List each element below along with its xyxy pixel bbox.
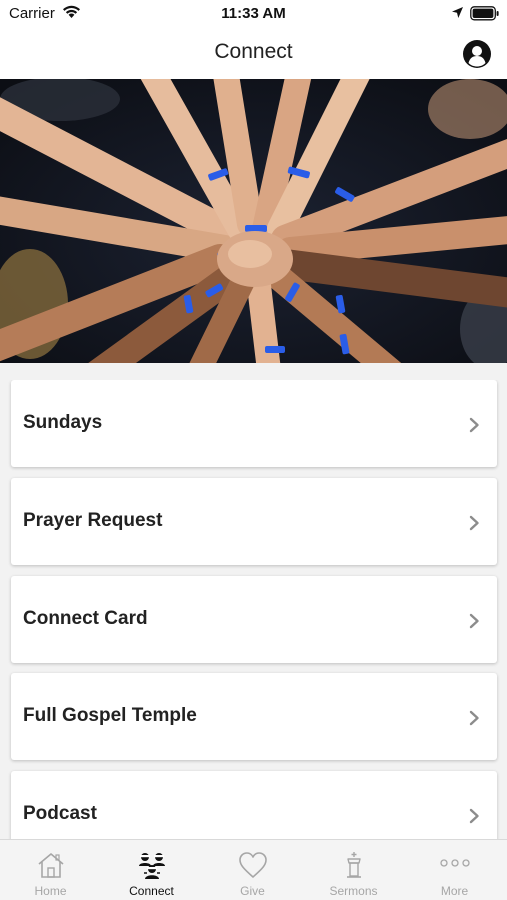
chevron-right-icon [469,417,479,433]
page-title: Connect [214,40,293,63]
list-item-podcast[interactable]: Podcast [11,771,497,839]
tab-home[interactable]: Home [0,840,101,900]
connect-icon [139,853,165,879]
connect-list: Sundays Prayer Request Connect Card Full… [0,380,507,839]
list-item-label: Podcast [23,803,97,824]
list-item-full-gospel-temple[interactable]: Full Gospel Temple [11,673,497,760]
tab-sermons[interactable]: Sermons [303,840,404,900]
navigation-bar: Connect [0,28,507,79]
tab-more[interactable]: More [404,840,505,900]
tab-bar: Home Connect Give Sermons More [0,839,507,900]
tab-label: More [440,884,469,898]
home-icon [38,853,64,878]
list-item-prayer-request[interactable]: Prayer Request [11,478,497,565]
list-item-label: Sundays [23,412,103,433]
chevron-right-icon [469,710,479,726]
tab-connect[interactable]: Connect [101,840,202,900]
list-item-sundays[interactable]: Sundays [11,380,497,467]
status-bar: Carrier 11:33 AM [0,0,507,28]
tab-label: Connect [129,884,174,898]
list-item-label: Connect Card [23,608,148,629]
tab-label: Sermons [329,884,378,898]
tab-label: Home [34,884,67,898]
chevron-right-icon [469,613,479,629]
tab-give[interactable]: Give [202,840,303,900]
pulpit-icon [347,852,361,878]
list-item-label: Prayer Request [23,510,163,531]
list-item-connect-card[interactable]: Connect Card [11,576,497,663]
profile-icon[interactable] [462,39,492,69]
clock-label: 11:33 AM [221,5,286,22]
chevron-right-icon [469,808,479,824]
chevron-right-icon [469,515,479,531]
heart-icon [239,852,267,878]
list-item-label: Full Gospel Temple [23,705,197,726]
tab-label: Give [240,884,265,898]
battery-icon [470,6,500,26]
more-icon [440,859,470,867]
hero-image [0,79,507,363]
location-arrow-icon [451,6,464,24]
